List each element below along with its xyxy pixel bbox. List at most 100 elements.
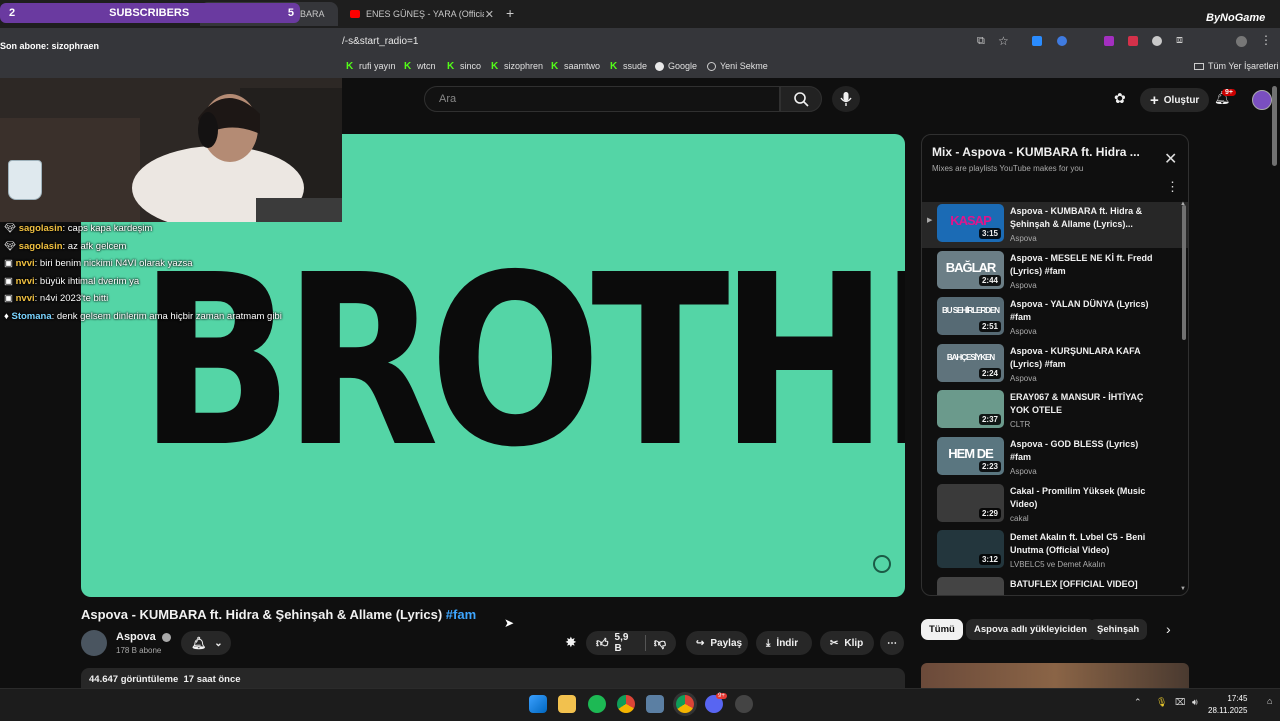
bookmark-new-tab[interactable]: Yeni Sekme — [707, 61, 768, 71]
system-clock[interactable]: 17:45 28.11.2025 — [1208, 693, 1247, 717]
recommended-thumbnail[interactable] — [921, 663, 1189, 688]
video-duration: 3:12 — [978, 554, 1001, 566]
channel-avatar[interactable] — [81, 630, 107, 656]
extension-icon[interactable] — [1057, 36, 1067, 46]
playlist-item-channel: Aspova — [1010, 373, 1037, 383]
chip-sehinsah[interactable]: Şehinşah — [1089, 619, 1148, 640]
share-button[interactable]: ↪ Paylaş — [686, 631, 748, 655]
download-button[interactable]: ⤓ İndir — [756, 631, 812, 655]
volume-icon[interactable]: 🔊︎ — [1192, 697, 1198, 708]
close-icon[interactable]: ✕ — [485, 8, 494, 21]
video-title: Aspova - KUMBARA ft. Hidra & Şehinşah & … — [81, 607, 477, 622]
kick-icon: K — [551, 60, 559, 72]
playlist-subtitle: Mixes are playlists YouTube makes for yo… — [932, 164, 1084, 173]
playlist-item-channel: LVBELC5 ve Demet Akalın — [1010, 560, 1106, 570]
bookmark-rufi[interactable]: Krufi yayın — [346, 61, 396, 71]
page-scrollbar[interactable] — [1272, 86, 1277, 166]
bookmark-sizophren[interactable]: Ksizophren — [491, 61, 543, 71]
bookmark-google[interactable]: Google — [655, 61, 697, 71]
chevron-right-icon[interactable]: › — [1166, 621, 1171, 637]
obs-icon[interactable] — [735, 695, 753, 713]
address-bar-url[interactable]: /-s&start_radio=1 — [342, 36, 418, 47]
chevron-up-icon[interactable]: ⌃ — [1134, 697, 1142, 708]
more-icon: ⋯ — [887, 637, 897, 649]
network-icon[interactable]: ⌧ — [1175, 697, 1185, 708]
subscription-bell-button[interactable]: 🔔︎ ⌄ — [181, 631, 231, 655]
playlist-item[interactable]: BU SEHİRLERDEN 2:51 Aspova - YALAN DÜNYA (… — [922, 295, 1188, 341]
bookmark-sinco[interactable]: Ksinco — [447, 61, 481, 71]
playlist-item-title: Aspova - KURŞUNLARA KAFA (Lyrics) #fam — [1010, 345, 1141, 369]
playlist-item[interactable]: 2:37 ERAY067 & MANSUR - İHTİYAÇ YOK OTELE… — [922, 388, 1188, 434]
description-box[interactable]: 44.647 görüntüleme 17 saat önce — [81, 668, 905, 690]
last-subscriber: Son abone: sizophraen — [0, 41, 100, 51]
playlist-item[interactable]: BAHÇESİYKEN 2:24 Aspova - KURŞUNLARA KAFA … — [922, 342, 1188, 388]
bookmark-ssude[interactable]: Kssude — [610, 61, 647, 71]
create-button[interactable]: + Oluştur — [1140, 88, 1210, 112]
bookmark-wtcn[interactable]: Kwtcn — [404, 61, 436, 71]
playlist-item[interactable]: BAĞLAR 2:44 Aspova - MESELE NE Kİ ft. Fred… — [922, 249, 1188, 295]
playlist-item-title: Aspova - YALAN DÜNYA (Lyrics) #fam — [1010, 299, 1149, 323]
subscriber-count: 2 — [9, 7, 16, 19]
extension-icon[interactable] — [1032, 36, 1042, 46]
file-explorer-icon[interactable] — [558, 695, 576, 713]
playlist-item[interactable]: BATUFLEX [OFFICIAL VIDEO] — [922, 575, 1188, 595]
chip-all[interactable]: Tümü — [921, 619, 963, 640]
playlist-item[interactable]: ▶ KASAP 3:15 Aspova - KUMBARA ft. Hidra & Ş… — [922, 202, 1188, 248]
menu-icon[interactable]: ⋮ — [1260, 33, 1272, 47]
search-input[interactable]: Ara — [424, 86, 780, 112]
view-count: 44.647 görüntüleme — [89, 674, 179, 685]
streamer-mode-icon[interactable]: ✿ — [1114, 90, 1126, 107]
playlist-item-channel: cakal — [1010, 513, 1029, 523]
settings-app-icon[interactable] — [646, 695, 664, 713]
scrollbar[interactable] — [1182, 205, 1186, 340]
microphone-icon[interactable]: 🎙︎ — [1156, 697, 1167, 708]
playlist-item-channel: CLTR — [1010, 420, 1031, 430]
notification-center-icon[interactable]: ⌂ — [1267, 696, 1272, 706]
playlist-item[interactable]: 3:12 Demet Akalın ft. Lvbel C5 - Beni Unu… — [922, 528, 1188, 574]
profile-avatar[interactable] — [1236, 36, 1247, 47]
like-button[interactable]: 👍︎ 5,9 B — [596, 632, 637, 654]
windows-start-icon[interactable] — [529, 695, 547, 713]
subscriber-goal-bar: 2 SUBSCRIBERS 5 — [0, 3, 300, 23]
kick-icon: K — [447, 60, 455, 72]
thumbnail-text: BAĞLAR — [945, 259, 997, 275]
channel-name[interactable]: Aspova — [116, 631, 171, 643]
voice-search-button[interactable] — [832, 86, 860, 112]
cast-icon[interactable]: ⧉ — [977, 35, 985, 48]
star-icon[interactable]: ☆ — [998, 34, 1009, 48]
chrome-icon[interactable] — [676, 695, 694, 713]
scroll-down-icon[interactable]: ▼ — [1180, 586, 1186, 592]
notification-badge: 9+ — [1222, 89, 1236, 96]
playlist-item[interactable]: 2:29 Cakal - Promilim Yüksek (Music Video… — [922, 482, 1188, 528]
verified-icon — [161, 632, 171, 642]
playlist-item[interactable]: HEM DE 2:23 Aspova - GOD BLESS (Lyrics) #f… — [922, 435, 1188, 481]
bookmark-saamtwo[interactable]: Ksaamtwo — [551, 61, 600, 71]
spotify-icon[interactable] — [588, 695, 606, 713]
chip-from-uploader[interactable]: Aspova adlı yükleyiciden — [966, 619, 1095, 640]
extension-icon[interactable] — [1104, 36, 1114, 46]
more-actions-button[interactable]: ⋯ — [880, 631, 904, 655]
search-button[interactable] — [780, 86, 822, 112]
extension-icon[interactable] — [1152, 36, 1162, 46]
playlist-item-title: Demet Akalın ft. Lvbel C5 - Beni Unutma … — [1010, 532, 1146, 556]
hashtag-link[interactable]: #fam — [446, 607, 476, 622]
thumbnail-text: BAHÇESİYKEN — [946, 352, 995, 362]
dislike-button[interactable]: 👎︎ — [654, 636, 666, 651]
more-icon[interactable]: ⋮ — [1166, 179, 1179, 195]
scroll-up-icon[interactable]: ▲ — [1180, 201, 1186, 207]
playlist-item-channel: Aspova — [1010, 280, 1037, 290]
close-icon[interactable]: ✕ — [1164, 149, 1177, 169]
new-tab-button[interactable]: + — [506, 5, 514, 21]
clip-button[interactable]: ✂ Klip — [820, 631, 874, 655]
tab-enes-gunes[interactable]: ENES GÜNEŞ - YARA (Official M ✕ — [342, 2, 502, 26]
account-avatar[interactable] — [1252, 90, 1272, 110]
video-thumbnail: 3:12 — [937, 530, 1004, 569]
video-thumbnail: BAHÇESİYKEN 2:24 — [937, 343, 1004, 382]
bookmark-all-folder[interactable]: Tüm Yer İşaretleri — [1194, 61, 1279, 71]
playlist-items: ▶ KASAP 3:15 Aspova - KUMBARA ft. Hidra & Ş… — [922, 202, 1188, 595]
kick-icon: K — [491, 60, 499, 72]
extension-icon[interactable] — [1128, 36, 1138, 46]
puzzle-icon[interactable]: ⧈ — [1176, 34, 1183, 47]
hype-icon[interactable]: ✸ — [565, 634, 577, 651]
chrome-icon[interactable] — [617, 695, 635, 713]
